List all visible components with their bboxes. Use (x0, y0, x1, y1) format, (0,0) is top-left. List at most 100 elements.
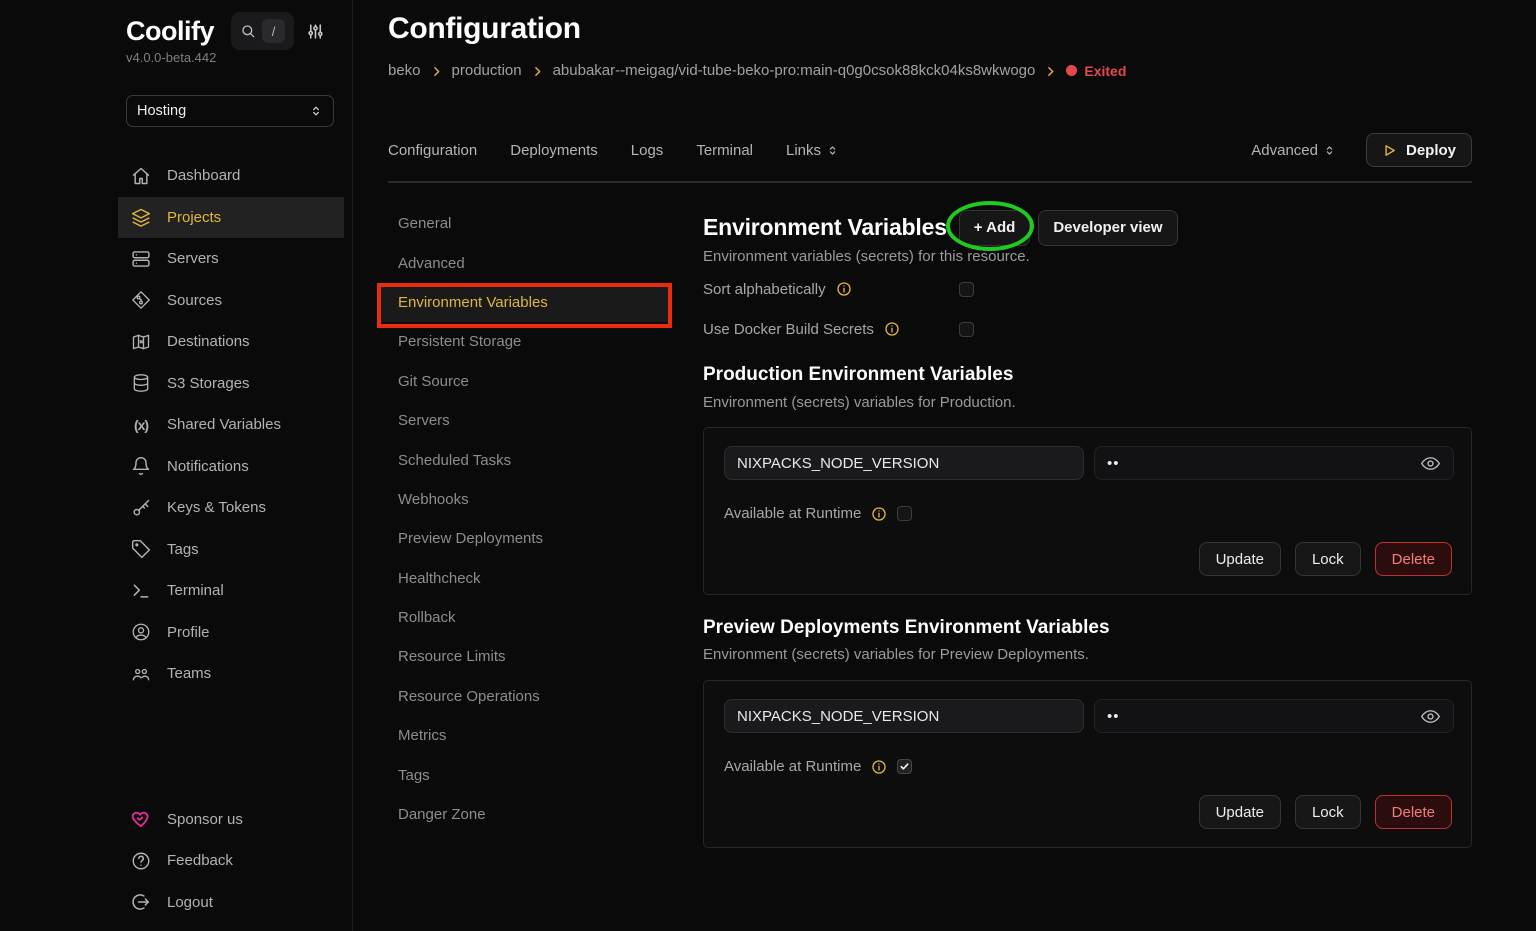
sidebar-item-servers[interactable]: Servers (118, 238, 344, 280)
team-select[interactable]: Hosting (126, 95, 334, 127)
eye-icon[interactable] (1420, 706, 1441, 727)
subnav-servers[interactable]: Servers (378, 401, 672, 440)
docker-build-secrets-checkbox[interactable] (959, 322, 974, 337)
tab-terminal[interactable]: Terminal (696, 142, 753, 159)
sidebar-item-sponsor[interactable]: Sponsor us (118, 799, 344, 841)
subnav-general[interactable]: General (378, 204, 672, 243)
heart-icon (131, 809, 151, 829)
sidebar-item-s3-storages[interactable]: S3 Storages (118, 363, 344, 405)
subnav-scheduled-tasks[interactable]: Scheduled Tasks (378, 440, 672, 479)
sidebar-item-destinations[interactable]: Destinations (118, 321, 344, 363)
map-icon (131, 332, 151, 352)
eye-icon[interactable] (1420, 453, 1441, 474)
search-button[interactable]: / (231, 12, 294, 50)
production-section-title: Production Environment Variables (703, 364, 1472, 388)
sort-alphabetically-row: Sort alphabetically (703, 277, 1472, 301)
sidebar-item-logout[interactable]: Logout (118, 882, 344, 924)
chevron-up-down-icon (309, 104, 323, 118)
breadcrumb-resource[interactable]: abubakar--meigag/vid-tube-beko-pro:main-… (553, 62, 1036, 79)
subnav-preview-deployments[interactable]: Preview Deployments (378, 519, 672, 558)
sidebar-item-label: Profile (167, 624, 210, 641)
subnav-webhooks[interactable]: Webhooks (378, 480, 672, 519)
sidebar-item-tags[interactable]: Tags (118, 529, 344, 571)
tab-links[interactable]: Links (786, 142, 839, 159)
sidebar-item-sources[interactable]: Sources (118, 280, 344, 322)
subnav-git-source[interactable]: Git Source (378, 362, 672, 401)
subnav-danger-zone[interactable]: Danger Zone (378, 795, 672, 834)
available-at-runtime-checkbox[interactable] (897, 506, 912, 521)
lock-button[interactable]: Lock (1295, 795, 1361, 829)
sidebar-item-projects[interactable]: Projects (118, 197, 344, 239)
chevron-right-icon (430, 65, 443, 78)
subnav-resource-limits[interactable]: Resource Limits (378, 637, 672, 676)
info-icon (884, 321, 900, 337)
header-divider (388, 181, 1472, 183)
status-label: Exited (1084, 63, 1126, 79)
env-var-value-input[interactable]: •• (1094, 699, 1454, 733)
subnav-resource-operations[interactable]: Resource Operations (378, 677, 672, 716)
sidebar-item-terminal[interactable]: Terminal (118, 570, 344, 612)
tab-deployments[interactable]: Deployments (510, 142, 598, 159)
env-var-key-input[interactable]: NIXPACKS_NODE_VERSION (724, 446, 1084, 480)
subnav-persistent-storage[interactable]: Persistent Storage (378, 322, 672, 361)
subnav-tags[interactable]: Tags (378, 755, 672, 794)
advanced-dropdown[interactable]: Advanced (1251, 142, 1336, 159)
sidebar-item-label: Sources (167, 292, 222, 309)
add-env-var-button[interactable]: + Add (959, 210, 1031, 246)
preview-section-subtitle: Environment (secrets) variables for Prev… (703, 646, 1472, 663)
settings-sliders-icon[interactable] (306, 22, 325, 41)
terminal-icon (131, 581, 151, 601)
available-at-runtime-label: Available at Runtime (724, 505, 861, 522)
delete-button[interactable]: Delete (1375, 795, 1452, 829)
variable-icon: (x) (131, 417, 151, 433)
available-at-runtime-checkbox[interactable] (897, 759, 912, 774)
chevron-up-down-icon (1323, 144, 1336, 157)
env-var-value-input[interactable]: •• (1094, 446, 1454, 480)
sort-alphabetically-checkbox[interactable] (959, 282, 974, 297)
tag-icon (131, 539, 151, 559)
play-icon (1382, 143, 1397, 158)
subnav-environment-variables[interactable]: Environment Variables (378, 283, 672, 322)
sidebar-footer: Sponsor us Feedback Logout (118, 799, 344, 924)
search-shortcut-key: / (262, 19, 285, 43)
docker-build-secrets-row: Use Docker Build Secrets (703, 317, 1472, 341)
subnav-rollback[interactable]: Rollback (378, 598, 672, 637)
deploy-button-label: Deploy (1406, 142, 1456, 159)
sidebar-item-label: Tags (167, 541, 199, 558)
home-icon (131, 166, 151, 186)
sidebar-item-keys-tokens[interactable]: Keys & Tokens (118, 487, 344, 529)
available-at-runtime-row: Available at Runtime (724, 758, 912, 775)
preview-section-title: Preview Deployments Environment Variable… (703, 617, 1472, 641)
database-icon (131, 373, 151, 393)
section-subtitle: Environment variables (secrets) for this… (703, 248, 1472, 265)
sidebar-item-feedback[interactable]: Feedback (118, 840, 344, 882)
subnav-advanced[interactable]: Advanced (378, 243, 672, 282)
sidebar-item-dashboard[interactable]: Dashboard (118, 155, 344, 197)
info-icon (871, 506, 887, 522)
logout-icon (131, 892, 151, 912)
sidebar-item-label: Terminal (167, 582, 224, 599)
sidebar-item-notifications[interactable]: Notifications (118, 446, 344, 488)
sidebar-item-shared-variables[interactable]: (x) Shared Variables (118, 404, 344, 446)
developer-view-button[interactable]: Developer view (1038, 210, 1177, 246)
lock-button[interactable]: Lock (1295, 542, 1361, 576)
env-var-key-input[interactable]: NIXPACKS_NODE_VERSION (724, 699, 1084, 733)
update-button[interactable]: Update (1199, 542, 1281, 576)
breadcrumb-environment[interactable]: production (452, 62, 522, 79)
sidebar-item-label: Feedback (167, 852, 233, 869)
subnav-healthcheck[interactable]: Healthcheck (378, 559, 672, 598)
sidebar-item-profile[interactable]: Profile (118, 612, 344, 654)
tab-logs[interactable]: Logs (631, 142, 664, 159)
sidebar-item-teams[interactable]: Teams (118, 653, 344, 695)
deploy-button[interactable]: Deploy (1366, 133, 1472, 167)
info-icon (836, 281, 852, 297)
tab-bar: Configuration Deployments Logs Terminal … (388, 132, 1472, 168)
update-button[interactable]: Update (1199, 795, 1281, 829)
breadcrumb-team[interactable]: beko (388, 62, 421, 79)
help-circle-icon (131, 851, 151, 871)
tab-configuration[interactable]: Configuration (388, 142, 477, 159)
subnav-metrics[interactable]: Metrics (378, 716, 672, 755)
status-badge: Exited (1066, 63, 1126, 79)
delete-button[interactable]: Delete (1375, 542, 1452, 576)
sidebar-item-label: Keys & Tokens (167, 499, 266, 516)
